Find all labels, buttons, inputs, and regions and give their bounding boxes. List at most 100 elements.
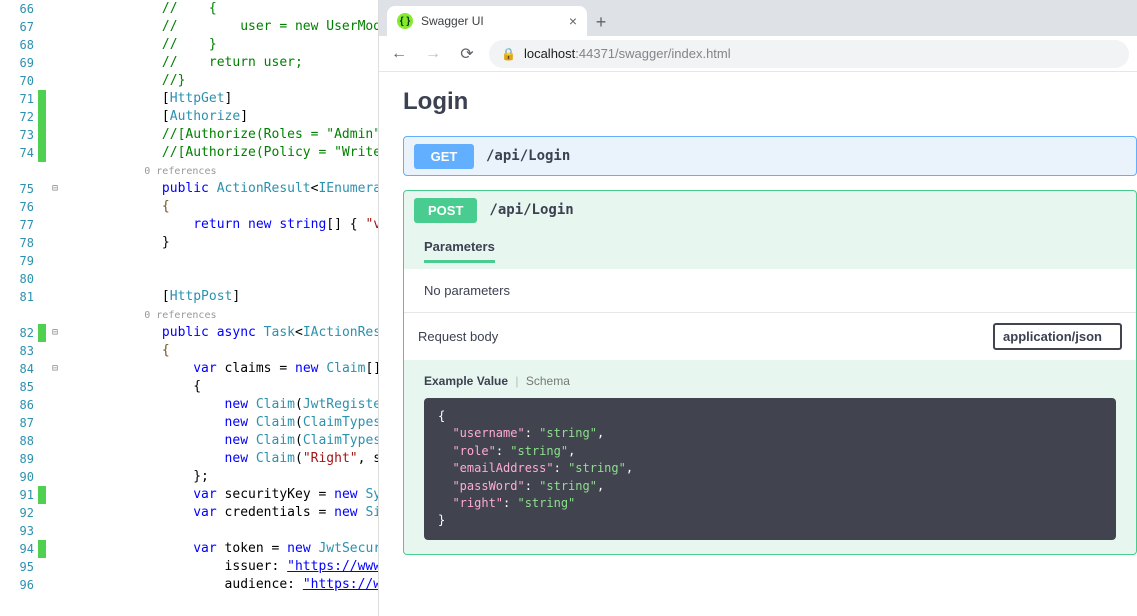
- back-button[interactable]: ←: [387, 42, 411, 66]
- code-content: //[Authorize(Roles = "Admin")]: [64, 126, 378, 144]
- change-marker: [38, 576, 46, 594]
- code-content: [HttpPost]: [64, 288, 378, 306]
- code-line[interactable]: 74 //[Authorize(Policy = "Write": [0, 144, 378, 162]
- fold-toggle-icon[interactable]: ⊟: [46, 180, 64, 198]
- code-content: // {: [64, 0, 378, 18]
- schema-tab[interactable]: Schema: [526, 374, 570, 388]
- opblock-summary[interactable]: GET /api/Login: [404, 137, 1136, 175]
- code-line[interactable]: 82⊟ public async Task<IActionResu: [0, 324, 378, 342]
- code-line[interactable]: 71 [HttpGet]: [0, 90, 378, 108]
- fold-toggle-icon[interactable]: ⊟: [46, 360, 64, 378]
- code-line[interactable]: 0 references: [0, 306, 378, 324]
- code-line[interactable]: 85 {: [0, 378, 378, 396]
- reload-button[interactable]: ⟳: [455, 42, 479, 66]
- change-marker: [38, 180, 46, 198]
- change-marker: [38, 108, 46, 126]
- code-line[interactable]: 92 var credentials = new Sig: [0, 504, 378, 522]
- code-line[interactable]: 79: [0, 252, 378, 270]
- code-content: new Claim(ClaimTypes.N: [64, 432, 378, 450]
- change-marker: [38, 234, 46, 252]
- request-body-label: Request body: [418, 329, 498, 344]
- parameters-heading: Parameters: [404, 229, 1136, 269]
- code-line[interactable]: 72 [Authorize]: [0, 108, 378, 126]
- line-number: 81: [0, 288, 38, 306]
- change-marker: [38, 324, 46, 342]
- change-marker: [38, 342, 46, 360]
- code-line[interactable]: 90 };: [0, 468, 378, 486]
- code-line[interactable]: 86 new Claim(JwtRegistere: [0, 396, 378, 414]
- line-number: 78: [0, 234, 38, 252]
- line-number: 80: [0, 270, 38, 288]
- change-marker: [38, 90, 46, 108]
- code-line[interactable]: 78 }: [0, 234, 378, 252]
- browser-tab[interactable]: { } Swagger UI ×: [387, 6, 587, 36]
- browser-tabbar: { } Swagger UI × +: [379, 0, 1137, 36]
- line-number: 74: [0, 144, 38, 162]
- code-line[interactable]: 80: [0, 270, 378, 288]
- opblock-summary[interactable]: POST /api/Login: [404, 191, 1136, 229]
- change-marker: [38, 252, 46, 270]
- address-bar[interactable]: 🔒 localhost:44371/swagger/index.html: [489, 40, 1129, 68]
- example-value-tab[interactable]: Example Value: [424, 374, 508, 388]
- method-badge-get: GET: [414, 144, 474, 169]
- code-line[interactable]: 77 return new string[] { "va: [0, 216, 378, 234]
- code-line[interactable]: 69 // return user;: [0, 54, 378, 72]
- line-number: 77: [0, 216, 38, 234]
- code-line[interactable]: 68 // }: [0, 36, 378, 54]
- line-number: 90: [0, 468, 38, 486]
- line-number: 70: [0, 72, 38, 90]
- code-content: var claims = new Claim[]: [64, 360, 378, 378]
- opblock-body: Parameters No parameters Request body ap…: [404, 229, 1136, 540]
- code-content: };: [64, 468, 378, 486]
- code-line[interactable]: 67 // user = new UserMode: [0, 18, 378, 36]
- opblock-post-login: POST /api/Login Parameters No parameters…: [403, 190, 1137, 555]
- code-content: // return user;: [64, 54, 378, 72]
- code-line[interactable]: 89 new Claim("Right", som: [0, 450, 378, 468]
- code-content: audience: "https://www.y: [64, 576, 378, 594]
- line-number: 67: [0, 18, 38, 36]
- line-number: 94: [0, 540, 38, 558]
- code-line[interactable]: 88 new Claim(ClaimTypes.N: [0, 432, 378, 450]
- code-editor[interactable]: 66 // {67 // user = new UserMode68 // }6…: [0, 0, 378, 616]
- code-line[interactable]: 70 //}: [0, 72, 378, 90]
- code-line[interactable]: 96 audience: "https://www.y: [0, 576, 378, 594]
- code-line[interactable]: 95 issuer: "https://www.yog: [0, 558, 378, 576]
- change-marker: [38, 198, 46, 216]
- code-line[interactable]: 75⊟ public ActionResult<IEnumerab: [0, 180, 378, 198]
- line-number: 66: [0, 0, 38, 18]
- request-body-row: Request body application/json: [404, 312, 1136, 360]
- code-line[interactable]: 83 {: [0, 342, 378, 360]
- lock-icon: 🔒: [501, 47, 516, 61]
- code-line[interactable]: 73 //[Authorize(Roles = "Admin")]: [0, 126, 378, 144]
- forward-button[interactable]: →: [421, 42, 445, 66]
- swagger-page: Login GET /api/Login POST /api/Login Par…: [379, 72, 1137, 616]
- code-content: 0 references: [64, 162, 378, 181]
- code-line[interactable]: 84⊟ var claims = new Claim[]: [0, 360, 378, 378]
- new-tab-button[interactable]: +: [587, 8, 615, 36]
- code-line[interactable]: 76 {: [0, 198, 378, 216]
- change-marker: [38, 522, 46, 540]
- code-content: issuer: "https://www.yog: [64, 558, 378, 576]
- code-line[interactable]: 91 var securityKey = new Sym: [0, 486, 378, 504]
- code-content: var credentials = new Sig: [64, 504, 378, 522]
- parameters-tab[interactable]: Parameters: [424, 239, 495, 263]
- line-number: 96: [0, 576, 38, 594]
- code-content: new Claim("Right", som: [64, 450, 378, 468]
- change-marker: [38, 126, 46, 144]
- code-line[interactable]: 0 references: [0, 162, 378, 180]
- code-line[interactable]: 93: [0, 522, 378, 540]
- mime-type-select[interactable]: application/json: [993, 323, 1122, 350]
- code-line[interactable]: 81 [HttpPost]: [0, 288, 378, 306]
- code-line[interactable]: 87 new Claim(ClaimTypes.R: [0, 414, 378, 432]
- request-body-example[interactable]: { "username": "string", "role": "string"…: [424, 398, 1116, 540]
- line-number: 93: [0, 522, 38, 540]
- code-content: }: [64, 234, 378, 252]
- code-content: public async Task<IActionResu: [64, 324, 378, 342]
- code-line[interactable]: 94 var token = new JwtSecurit: [0, 540, 378, 558]
- code-content: {: [64, 198, 378, 216]
- close-tab-icon[interactable]: ×: [569, 13, 577, 29]
- line-number: 87: [0, 414, 38, 432]
- fold-toggle-icon[interactable]: ⊟: [46, 324, 64, 342]
- code-line[interactable]: 66 // {: [0, 0, 378, 18]
- change-marker: [38, 540, 46, 558]
